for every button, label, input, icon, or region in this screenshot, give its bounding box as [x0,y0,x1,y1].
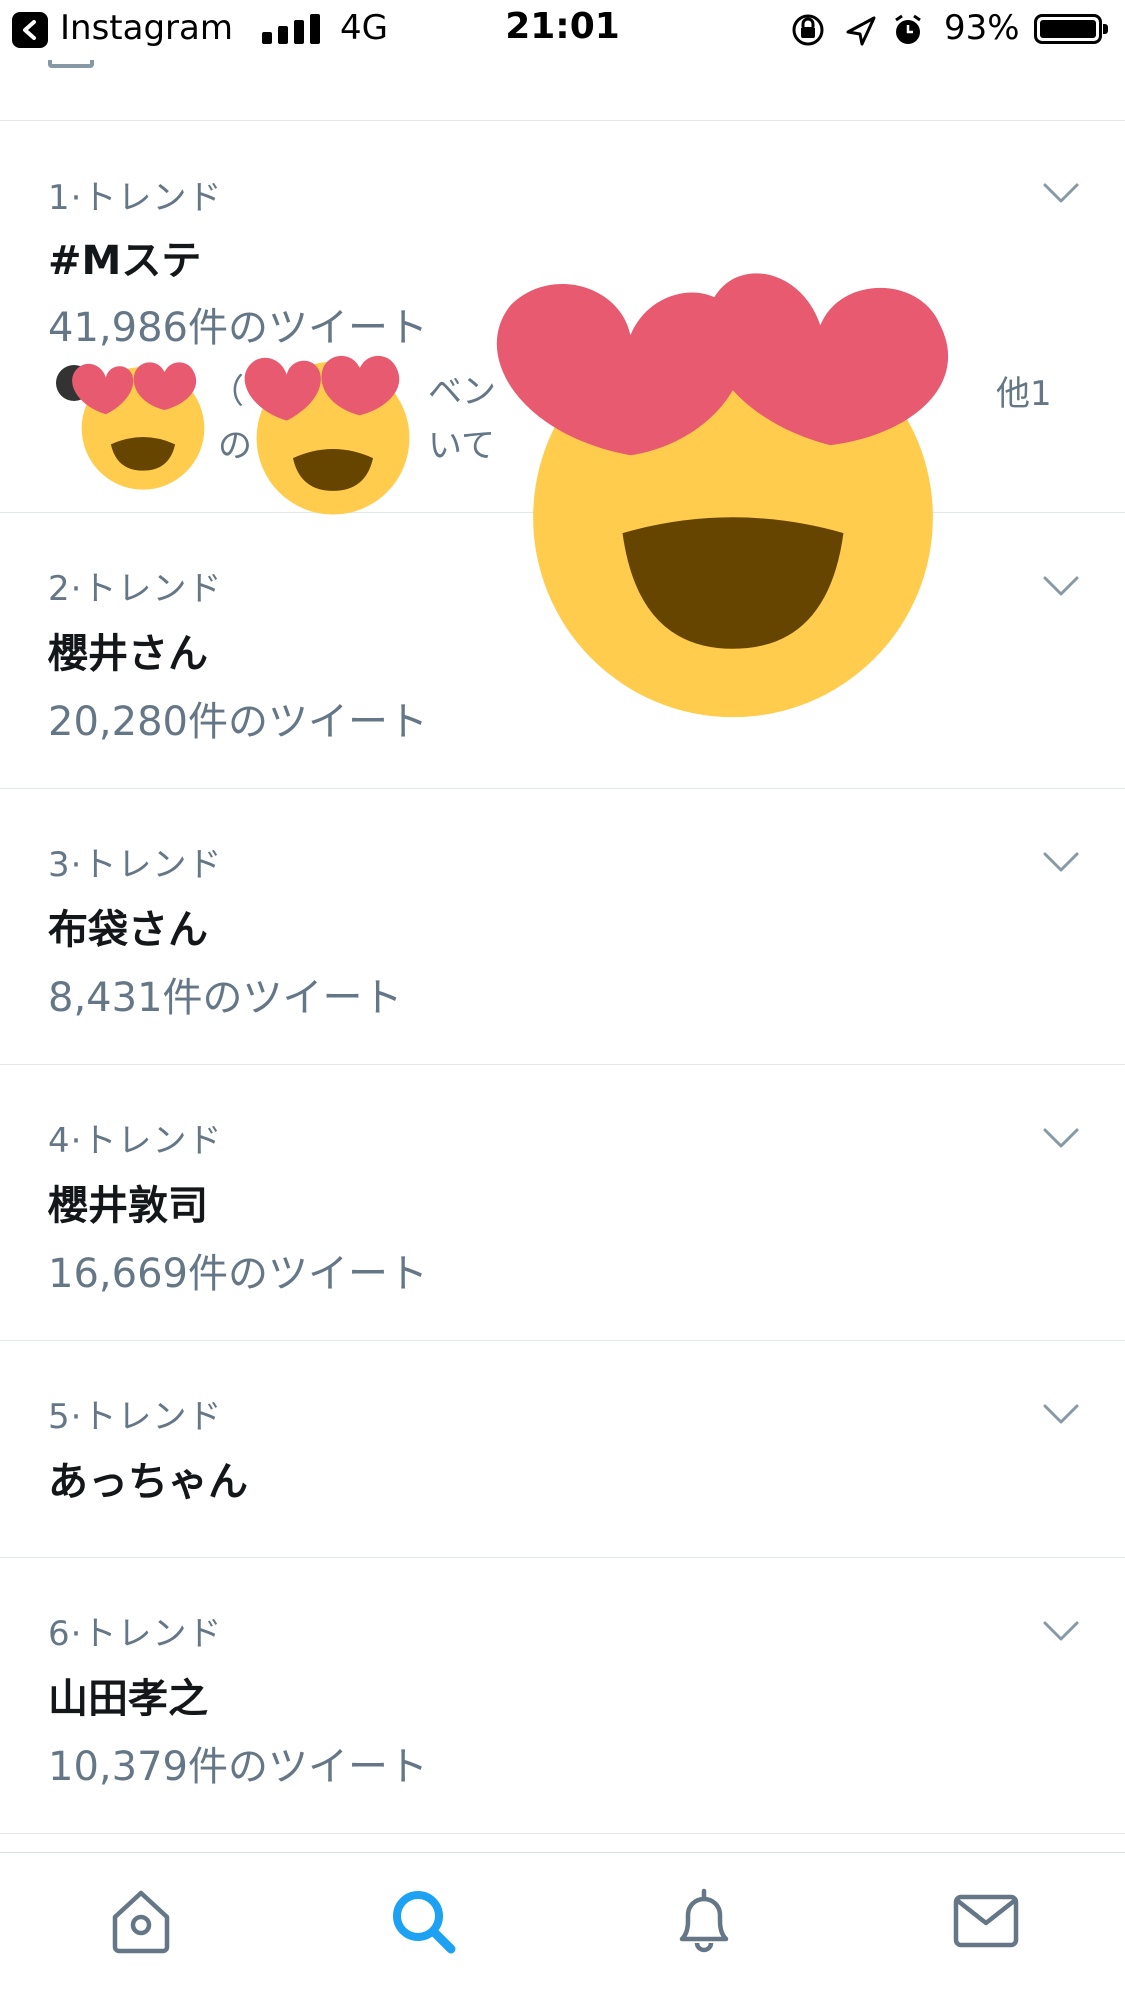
tweet-count: 20,280件のツイート [48,699,428,745]
notifications-icon[interactable] [666,1883,742,1959]
heart-eyes-emoji-icon [496,273,949,718]
battery-icon [1034,14,1108,44]
status-icons [792,14,921,46]
trend-item[interactable]: 6·トレンド 山田孝之 10,379件のツイート [0,1558,1125,1834]
trend-name: あっちゃん [48,1459,248,1505]
trend-name: 山田孝之 [48,1676,208,1722]
trend-item[interactable]: 5·トレンド あっちゃん [0,1341,1125,1558]
trend-name: 櫻井敦司 [48,1183,208,1229]
checkbox-icon [48,60,94,68]
chevron-down-icon[interactable] [1043,182,1079,204]
trend-rank: 3·トレンド [48,845,223,885]
tweet-count: 16,669件のツイート [48,1251,428,1297]
tweet-count: 10,379件のツイート [48,1744,428,1790]
chevron-down-icon[interactable] [1043,1127,1079,1149]
previous-section-stub [0,60,1125,121]
trend-rank: 5·トレンド [48,1397,223,1437]
alarm-icon [895,14,921,44]
trend-rank: 4·トレンド [48,1121,223,1161]
status-bar: Instagram 4G 21:01 93% [0,0,1125,60]
trend-item[interactable]: 3·トレンド 布袋さん 8,431件のツイート [0,789,1125,1065]
trend-rank: 6·トレンド [48,1614,223,1654]
trend-rank: 2·トレンド [48,569,223,609]
battery-percent: 93% [944,8,1020,48]
trend-name: 櫻井さん [48,631,208,677]
trend-name: 布袋さん [48,907,208,953]
messages-icon[interactable] [948,1883,1024,1959]
trend-rank: 1·トレンド [48,178,223,218]
heart-eyes-emoji-icon [72,362,205,490]
chevron-down-icon[interactable] [1043,1403,1079,1425]
chevron-down-icon[interactable] [1043,1620,1079,1642]
heart-eyes-emoji-icon [244,355,410,515]
bottom-tab-bar [0,1852,1125,2002]
home-icon[interactable] [103,1883,179,1959]
chevron-down-icon[interactable] [1043,575,1079,597]
trend-item[interactable]: 4·トレンド 櫻井敦司 16,669件のツイート [0,1065,1125,1341]
tweet-count: 8,431件のツイート [48,975,403,1021]
location-icon [846,16,876,46]
rotation-lock-icon [792,14,824,46]
search-icon[interactable] [385,1883,461,1959]
chevron-down-icon[interactable] [1043,851,1079,873]
trend-name: #Mステ [48,238,202,284]
related-more-count: 他1 [996,374,1052,414]
